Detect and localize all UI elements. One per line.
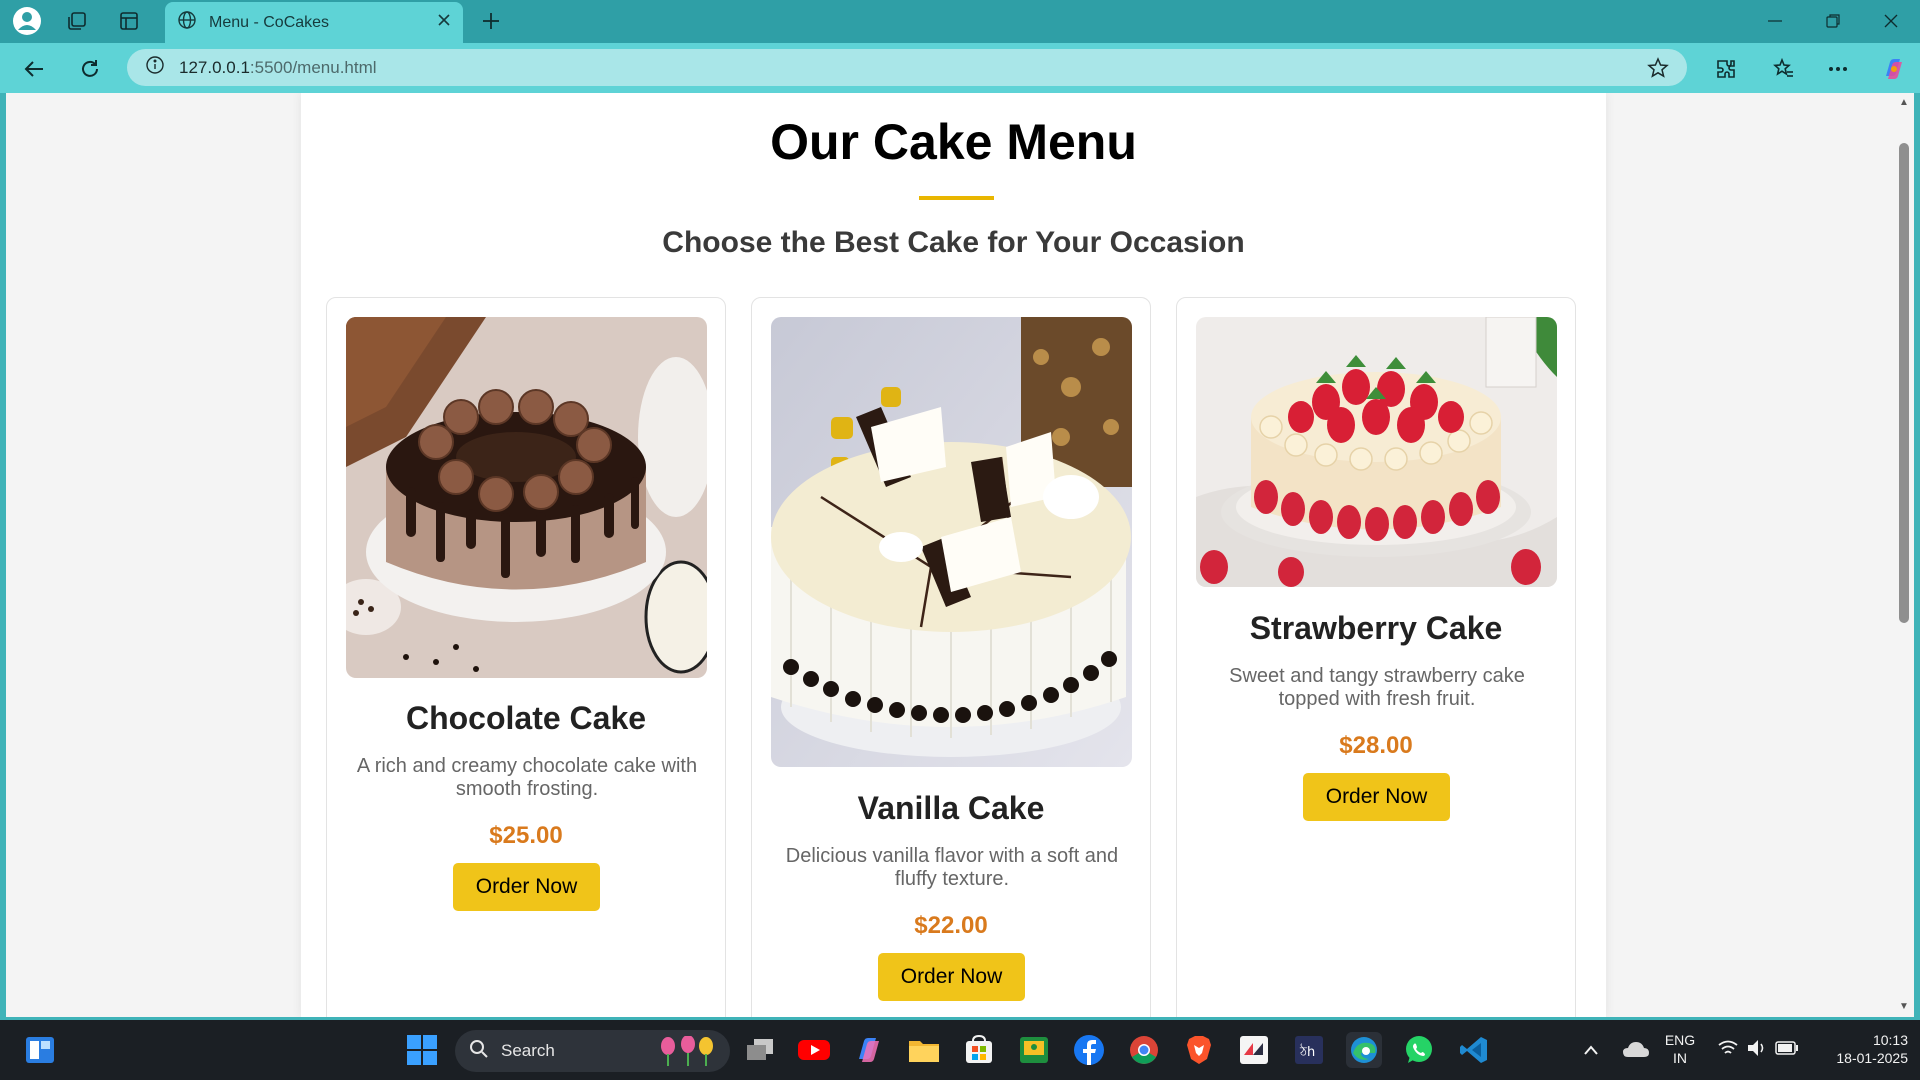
- file-explorer-icon[interactable]: [906, 1032, 942, 1068]
- page-title: Our Cake Menu: [770, 114, 1137, 170]
- restore-icon[interactable]: [1808, 6, 1858, 36]
- title-underline: [919, 196, 994, 200]
- minimize-icon[interactable]: [1750, 6, 1800, 36]
- edge-icon[interactable]: [1346, 1032, 1382, 1068]
- cake-card-vanilla: Vanilla Cake Delicious vanilla flavor wi…: [751, 297, 1151, 1017]
- kite-icon[interactable]: [1236, 1032, 1272, 1068]
- favorite-star-icon[interactable]: [1647, 57, 1669, 84]
- battery-icon: [1775, 1040, 1799, 1060]
- url-host: 127.0.0.1: [179, 57, 250, 77]
- volume-icon: [1747, 1039, 1767, 1062]
- facebook-icon[interactable]: [1071, 1032, 1107, 1068]
- favorites-icon[interactable]: [1768, 53, 1800, 85]
- strawberry-cake-photo: [1196, 317, 1557, 587]
- scroll-up-icon[interactable]: ▲: [1897, 97, 1911, 111]
- task-view-icon[interactable]: [742, 1032, 778, 1068]
- order-now-button[interactable]: Order Now: [1303, 773, 1450, 821]
- page-scrollbar[interactable]: ▲ ▼: [1894, 93, 1914, 1017]
- vscode-icon[interactable]: [1456, 1032, 1492, 1068]
- url-text: 127.0.0.1:5500/menu.html: [179, 58, 377, 78]
- system-tray-status[interactable]: [1708, 1032, 1808, 1068]
- cake-name: Chocolate Cake: [405, 700, 647, 736]
- svg-text:ঠh: ঠh: [1299, 1044, 1315, 1060]
- close-window-icon[interactable]: [1866, 6, 1916, 36]
- classroom-icon[interactable]: [1016, 1032, 1052, 1068]
- cake-price: $25.00: [489, 822, 563, 849]
- refresh-icon[interactable]: [74, 53, 106, 85]
- order-now-button[interactable]: Order Now: [878, 953, 1025, 1001]
- language-indicator[interactable]: ENG IN: [1655, 1031, 1705, 1067]
- start-icon[interactable]: [404, 1032, 440, 1068]
- page-subtitle: Choose the Best Cake for Your Occasion: [662, 226, 1245, 259]
- search-label: Search: [501, 1041, 555, 1060]
- region-code: IN: [1673, 1050, 1687, 1066]
- page-viewport: Our Cake Menu Choose the Best Cake for Y…: [6, 93, 1914, 1017]
- clock-date: 18-01-2025: [1836, 1050, 1908, 1066]
- copilot-app-icon[interactable]: [851, 1032, 887, 1068]
- url-path: :5500/menu.html: [249, 57, 377, 77]
- more-menu-icon[interactable]: [1822, 53, 1854, 85]
- browser-toolbar: 127.0.0.1:5500/menu.html: [0, 43, 1920, 93]
- vanilla-cake-photo: [771, 317, 1132, 767]
- cake-price: $22.00: [914, 912, 988, 939]
- cake-card-chocolate: Chocolate Cake A rich and creamy chocola…: [326, 297, 726, 1017]
- tulips-icon: [658, 1035, 718, 1071]
- dhan-icon[interactable]: ঠh: [1291, 1032, 1327, 1068]
- chrome-icon[interactable]: [1126, 1032, 1162, 1068]
- wifi-icon: [1717, 1039, 1739, 1062]
- store-icon[interactable]: [961, 1032, 997, 1068]
- tab-title: Menu - CoCakes: [209, 13, 330, 31]
- cake-description: Sweet and tangy strawberry cake topped w…: [1229, 665, 1525, 710]
- widgets-icon[interactable]: [22, 1032, 58, 1068]
- taskbar-search[interactable]: Search: [455, 1030, 730, 1072]
- close-tab-icon[interactable]: [437, 13, 451, 32]
- search-icon: [469, 1039, 489, 1064]
- address-bar[interactable]: 127.0.0.1:5500/menu.html: [127, 49, 1687, 86]
- chevron-up-icon[interactable]: [1577, 1032, 1605, 1068]
- copilot-icon[interactable]: [1878, 53, 1910, 85]
- taskbar: Search ঠh ENG IN 10:13 18-01-2025: [0, 1017, 1920, 1080]
- cake-card-strawberry: Strawberry Cake Sweet and tangy strawber…: [1176, 297, 1576, 1017]
- globe-icon: [177, 10, 197, 35]
- clock[interactable]: 10:13 18-01-2025: [1808, 1031, 1908, 1067]
- youtube-icon[interactable]: [796, 1032, 832, 1068]
- cake-price: $28.00: [1339, 732, 1413, 759]
- order-now-button[interactable]: Order Now: [453, 863, 600, 911]
- workspaces-icon[interactable]: [62, 6, 92, 36]
- site-info-icon[interactable]: [145, 55, 165, 80]
- menu-container: Our Cake Menu Choose the Best Cake for Y…: [301, 93, 1606, 1017]
- cake-name: Vanilla Cake: [857, 790, 1045, 826]
- new-tab-icon[interactable]: [476, 6, 506, 36]
- scroll-thumb[interactable]: [1899, 143, 1909, 623]
- scroll-down-icon[interactable]: ▼: [1897, 1001, 1911, 1015]
- brave-icon[interactable]: [1181, 1032, 1217, 1068]
- whatsapp-icon[interactable]: [1401, 1032, 1437, 1068]
- vertical-tabs-icon[interactable]: [114, 6, 144, 36]
- language-code: ENG: [1664, 1032, 1696, 1048]
- extensions-icon[interactable]: [1710, 53, 1742, 85]
- profile-icon[interactable]: [12, 6, 42, 36]
- chocolate-cake-photo: [346, 317, 707, 678]
- tab-menu-cocakes[interactable]: Menu - CoCakes: [165, 2, 463, 43]
- cake-description: A rich and creamy chocolate cake with sm…: [356, 755, 698, 800]
- back-arrow-icon[interactable]: [18, 53, 50, 85]
- cake-description: Delicious vanilla flavor with a soft and…: [785, 845, 1119, 890]
- browser-tab-bar: Menu - CoCakes: [0, 0, 1920, 43]
- clock-time: 10:13: [1872, 1032, 1908, 1048]
- cake-name: Strawberry Cake: [1249, 610, 1503, 646]
- onedrive-icon[interactable]: [1618, 1032, 1654, 1068]
